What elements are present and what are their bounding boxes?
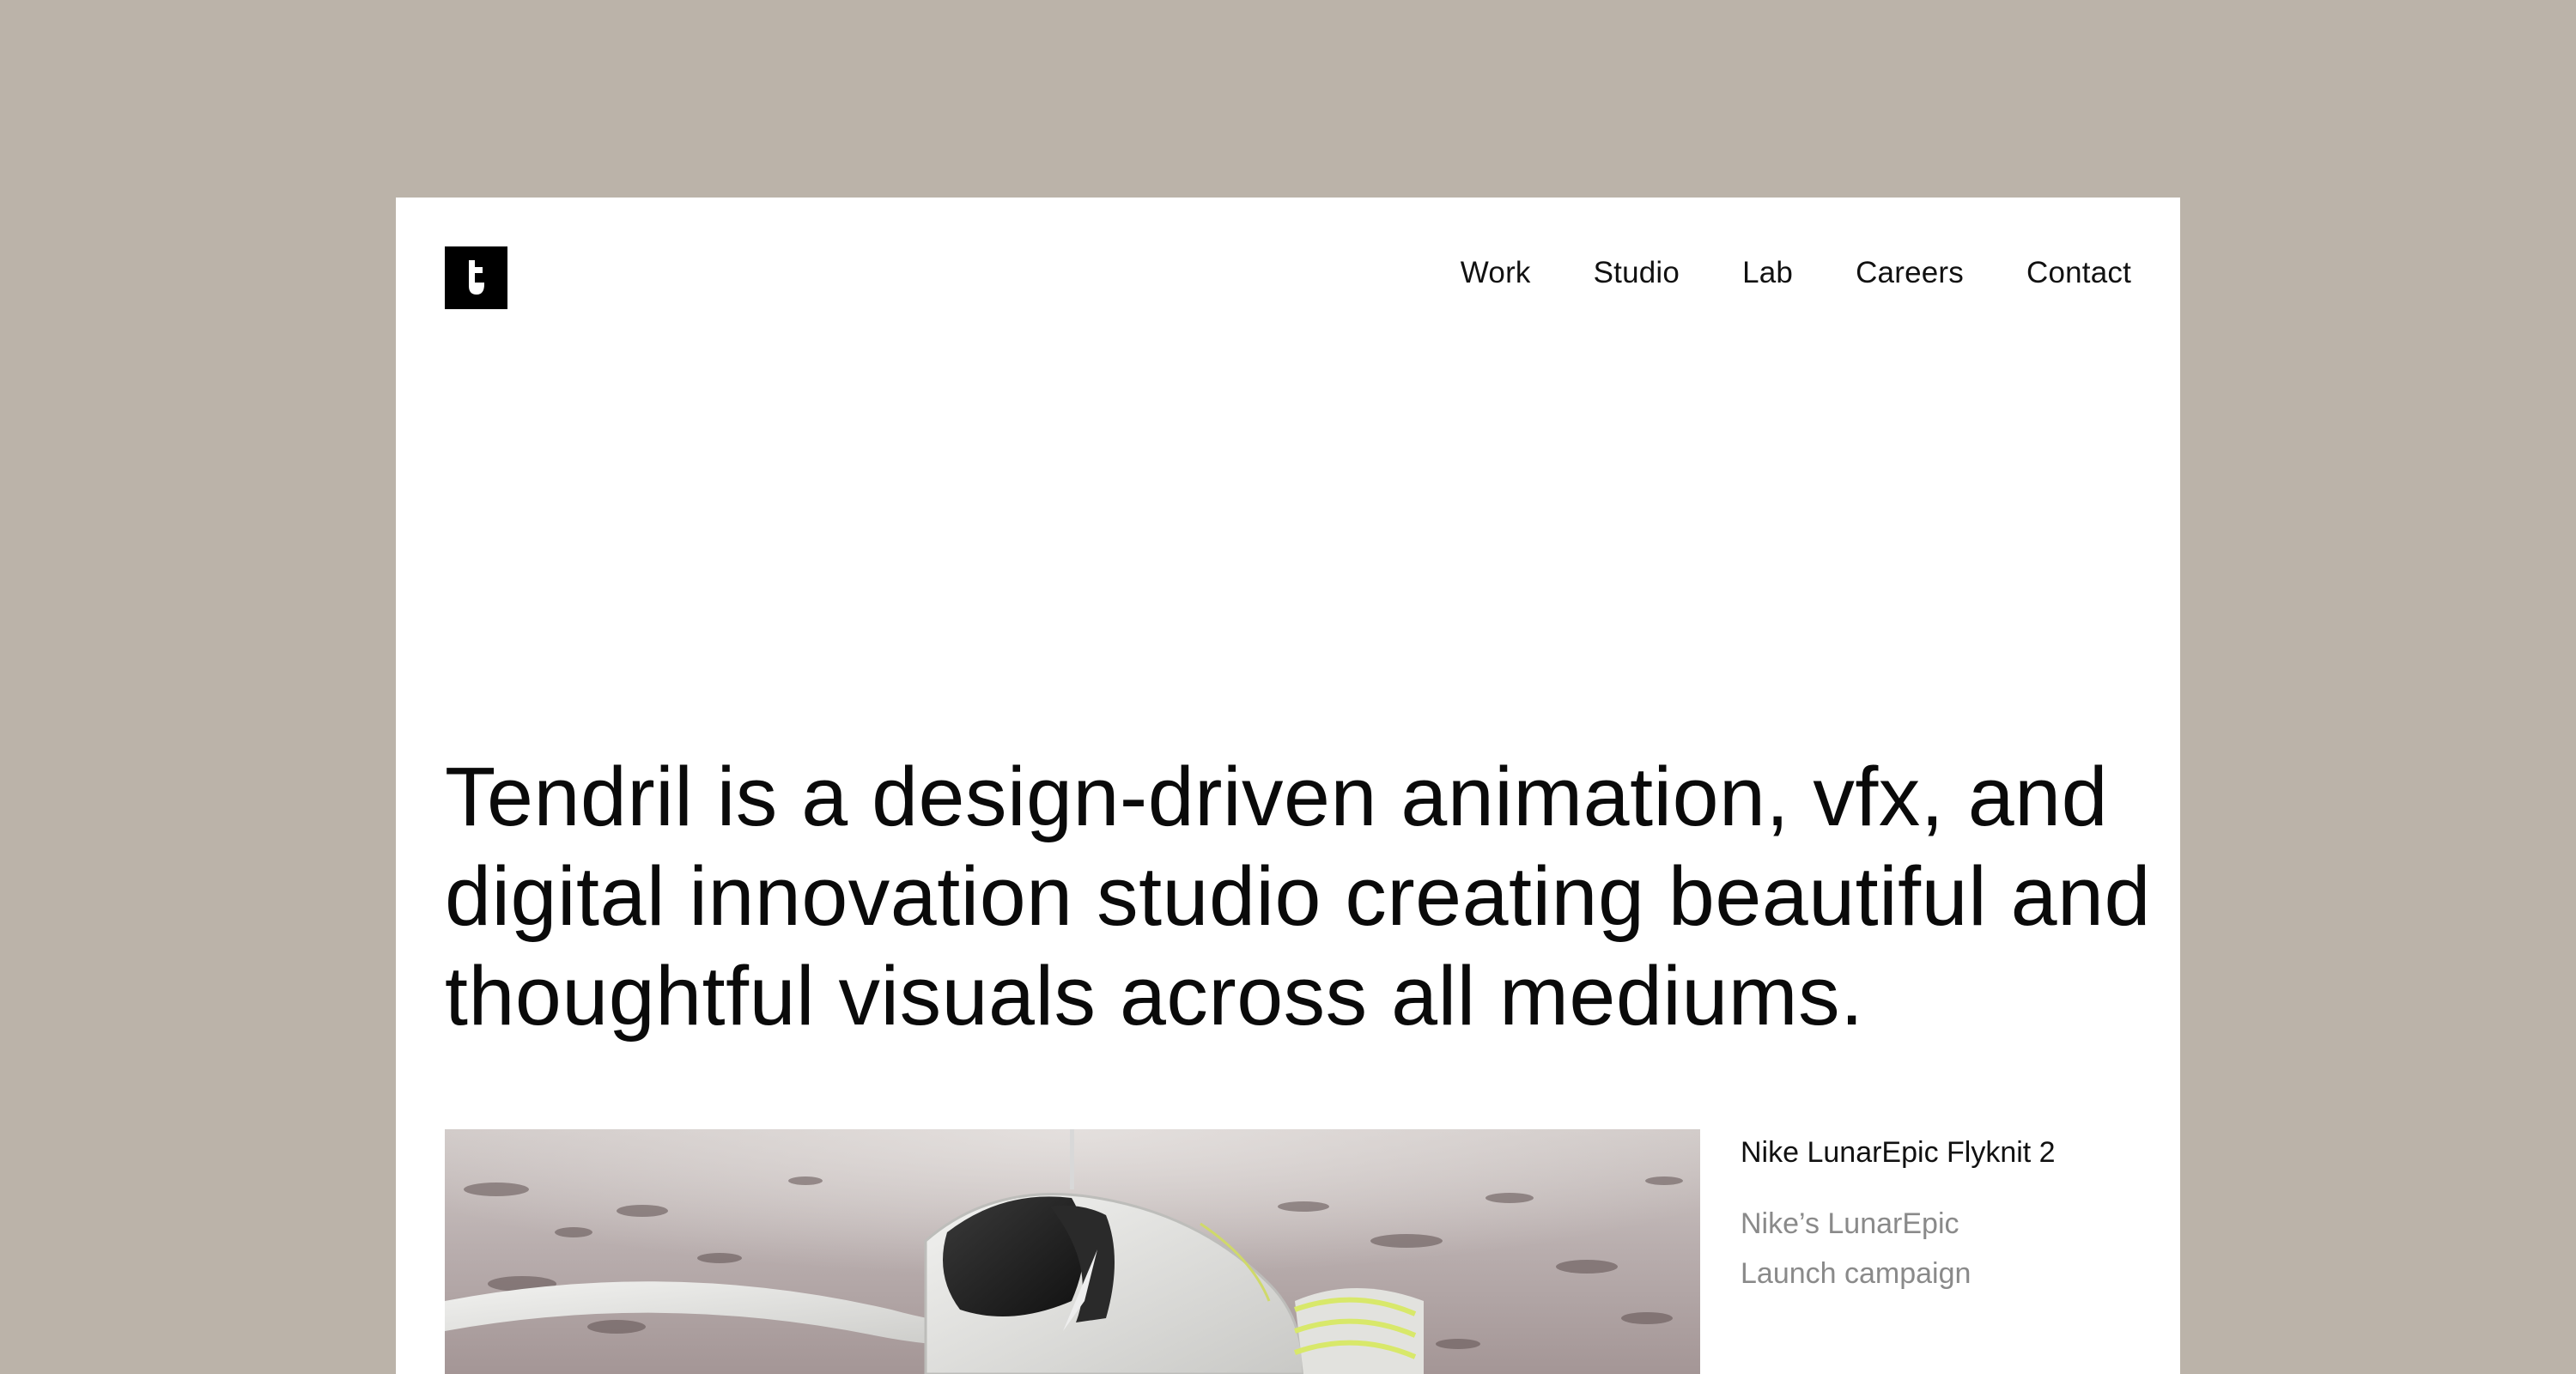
nav-item-work[interactable]: Work <box>1461 258 1531 288</box>
nav-item-lab[interactable]: Lab <box>1742 258 1793 288</box>
project-description-line: Nike’s LunarEpic <box>1741 1207 1959 1240</box>
main-nav: Work Studio Lab Careers Contact <box>1461 258 2131 288</box>
project-title[interactable]: Nike LunarEpic Flyknit 2 <box>1741 1135 2153 1170</box>
tendril-logo-icon[interactable] <box>445 246 507 309</box>
featured-project-meta: Nike LunarEpic Flyknit 2 Nike’s LunarEpi… <box>1741 1135 2153 1298</box>
site-page: Work Studio Lab Careers Contact Tendril … <box>396 198 2180 1374</box>
nav-item-careers[interactable]: Careers <box>1856 258 1964 288</box>
hero-headline: Tendril is a design-driven animation, vf… <box>445 750 2151 1043</box>
nav-item-studio[interactable]: Studio <box>1594 258 1680 288</box>
featured-project-image[interactable] <box>445 1129 1700 1374</box>
nav-item-contact[interactable]: Contact <box>2026 258 2131 288</box>
project-description: Nike’s LunarEpic Launch campaign <box>1741 1199 2153 1298</box>
project-description-line: Launch campaign <box>1741 1256 1971 1290</box>
